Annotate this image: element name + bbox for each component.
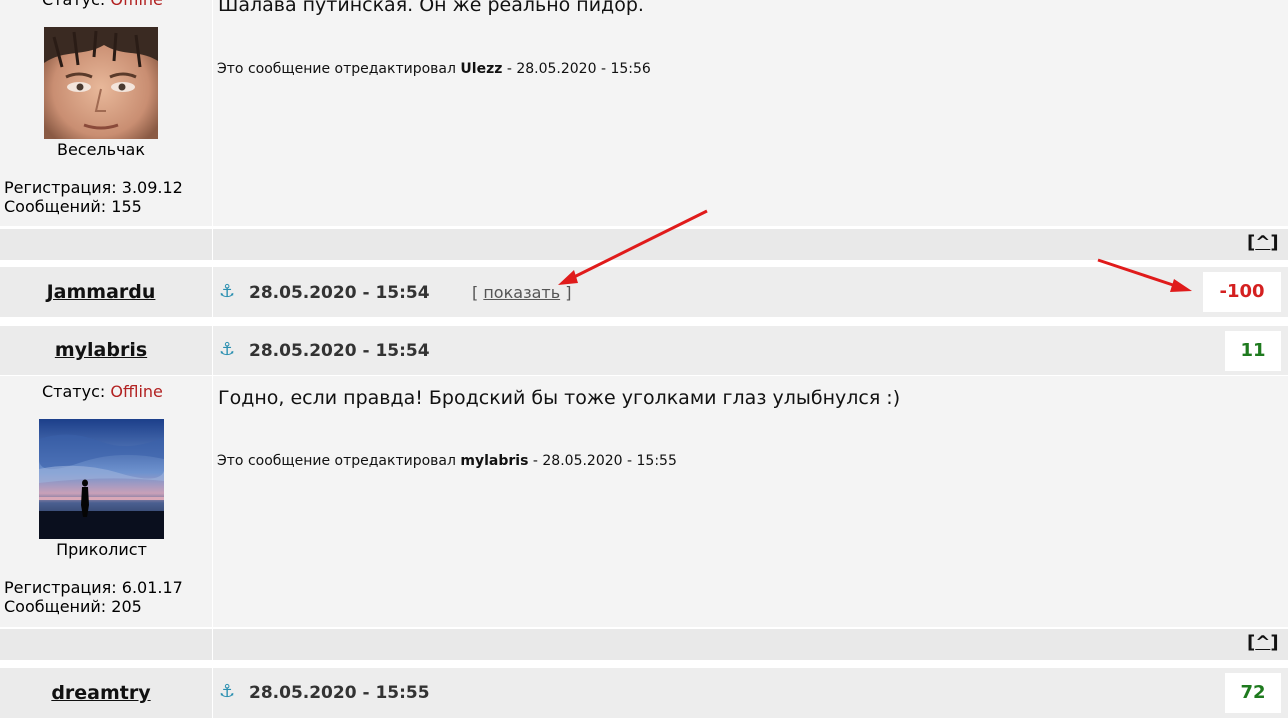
annotation-arrows — [558, 209, 1192, 292]
arrow-to-rating — [1097, 258, 1192, 292]
arrow-to-show-link — [558, 209, 708, 285]
